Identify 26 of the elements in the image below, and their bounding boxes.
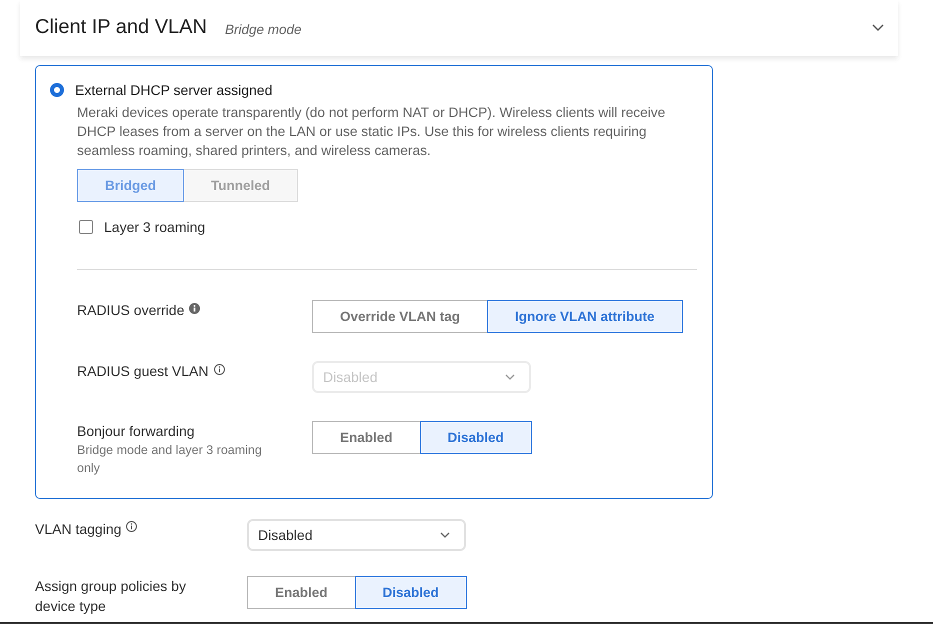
setting-label: Assign group policies by device type [35, 577, 187, 616]
info-icon[interactable] [126, 521, 138, 532]
info-icon[interactable] [214, 364, 224, 375]
setting-label: VLAN tagging [35, 520, 122, 539]
chevron-down-icon [505, 374, 515, 380]
checkbox-label: Layer 3 roaming [104, 218, 206, 234]
setting-label: RADIUS override [77, 301, 184, 320]
toggle-option[interactable]: Disabled [354, 576, 467, 609]
toggle-option[interactable]: Ignore VLAN attribute [487, 300, 683, 333]
radio-button[interactable] [50, 82, 64, 96]
radio-label: External DHCP server assigned [75, 82, 272, 98]
mode-subtitle: Bridge mode [224, 22, 302, 36]
checkbox[interactable] [79, 220, 93, 234]
toggle-option[interactable]: Override VLAN tag [312, 300, 488, 333]
option-description: Meraki devices operate transparently (do not perform NAT or DHCP). Wireless clients will receive DHCP leases from a server on the LAN or use static IPs. Use this for wireless clients requiring seamless roaming, shared printers, and wireless cameras. [77, 104, 666, 160]
setting-label: RADIUS guest VLAN [77, 362, 208, 381]
dropdown[interactable]: Disabled [247, 519, 466, 551]
info-icon[interactable] [189, 303, 200, 314]
section-title: Client IP and VLAN [35, 16, 207, 38]
chevron-down-icon[interactable] [872, 24, 884, 30]
setting-label: Bonjour forwarding [77, 422, 195, 441]
setting-hint: Bridge mode and layer 3 roaming only [77, 442, 263, 477]
toggle-option[interactable]: Enabled [312, 421, 421, 454]
chevron-down-icon [440, 532, 450, 538]
toggle-option[interactable]: Enabled [247, 576, 356, 609]
toggle-option[interactable]: Disabled [420, 421, 532, 454]
